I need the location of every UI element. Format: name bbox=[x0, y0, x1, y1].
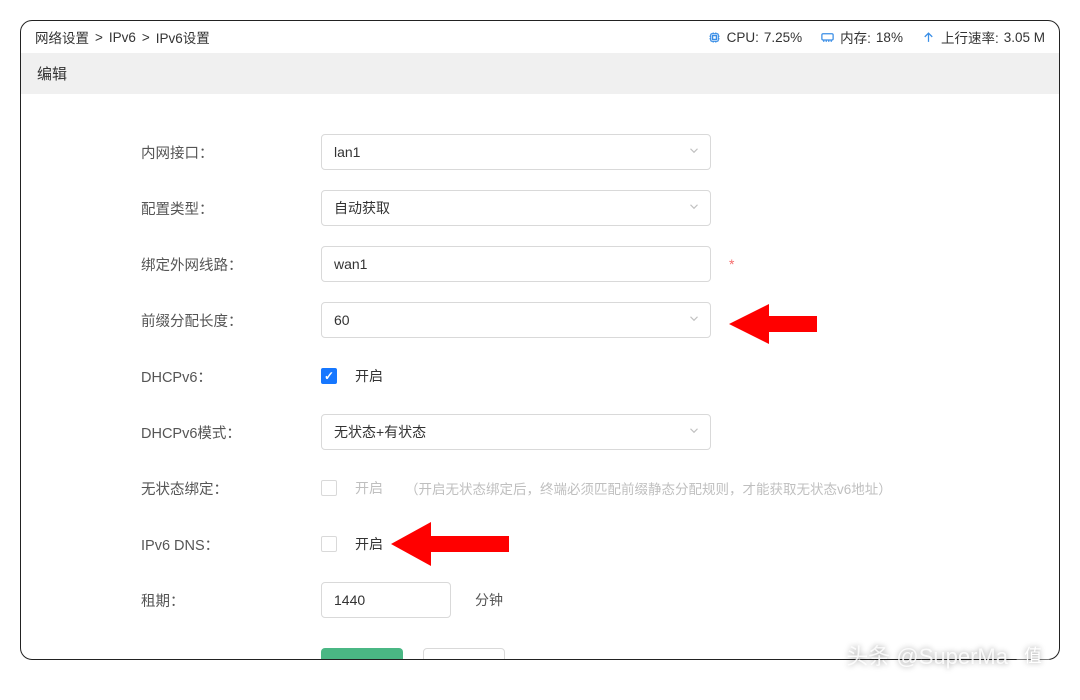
cancel-button[interactable]: 取消 bbox=[423, 648, 505, 660]
config-type-label: 配置类型： bbox=[141, 198, 321, 219]
breadcrumb-b[interactable]: IPv6 bbox=[109, 30, 136, 45]
interface-select[interactable] bbox=[321, 134, 711, 170]
ipv6-dns-enable-text: 开启 bbox=[355, 534, 383, 554]
prefix-len-select[interactable] bbox=[321, 302, 711, 338]
annotation-arrow bbox=[729, 294, 819, 354]
prefix-len-label: 前缀分配长度： bbox=[141, 310, 321, 331]
uplink-icon bbox=[921, 30, 936, 45]
panel-title: 编辑 bbox=[21, 53, 1059, 94]
bind-wan-label: 绑定外网线路： bbox=[141, 254, 321, 275]
interface-label: 内网接口： bbox=[141, 142, 321, 163]
breadcrumb: 网络设置 > IPv6 > IPv6设置 bbox=[35, 27, 210, 47]
status-cpu: CPU: 7.25% bbox=[707, 30, 803, 45]
stateless-bind-label: 无状态绑定： bbox=[141, 478, 321, 499]
lease-label: 租期： bbox=[141, 590, 321, 611]
required-mark: * bbox=[729, 256, 734, 272]
breadcrumb-a[interactable]: 网络设置 bbox=[35, 27, 89, 47]
lease-unit: 分钟 bbox=[475, 590, 503, 610]
dhcpv6-checkbox[interactable] bbox=[321, 368, 337, 384]
cpu-icon bbox=[707, 30, 722, 45]
status-uplink: 上行速率: 3.05 M bbox=[921, 27, 1045, 47]
bind-wan-input[interactable] bbox=[321, 246, 711, 282]
memory-icon bbox=[820, 30, 835, 45]
dhcpv6-enable-text: 开启 bbox=[355, 366, 383, 386]
status-bar: CPU: 7.25% 内存: 18% 上行速率: 3.05 M bbox=[707, 27, 1045, 47]
stateless-bind-enable-text: 开启 bbox=[355, 478, 383, 498]
lease-input[interactable] bbox=[321, 582, 451, 618]
annotation-arrow bbox=[391, 514, 511, 574]
stateless-bind-hint: （开启无状态绑定后，终端必须匹配前缀静态分配规则，才能获取无状态v6地址） bbox=[405, 478, 892, 498]
breadcrumb-c: IPv6设置 bbox=[156, 27, 210, 47]
stateless-bind-checkbox[interactable] bbox=[321, 480, 337, 496]
status-memory: 内存: 18% bbox=[820, 27, 903, 47]
ipv6-dns-label: IPv6 DNS： bbox=[141, 534, 321, 555]
ipv6-dns-checkbox[interactable] bbox=[321, 536, 337, 552]
dhcpv6-label: DHCPv6： bbox=[141, 366, 321, 387]
save-button[interactable]: 保存 bbox=[321, 648, 403, 660]
dhcpv6-mode-label: DHCPv6模式： bbox=[141, 422, 321, 443]
dhcpv6-mode-select[interactable] bbox=[321, 414, 711, 450]
config-type-select[interactable] bbox=[321, 190, 711, 226]
